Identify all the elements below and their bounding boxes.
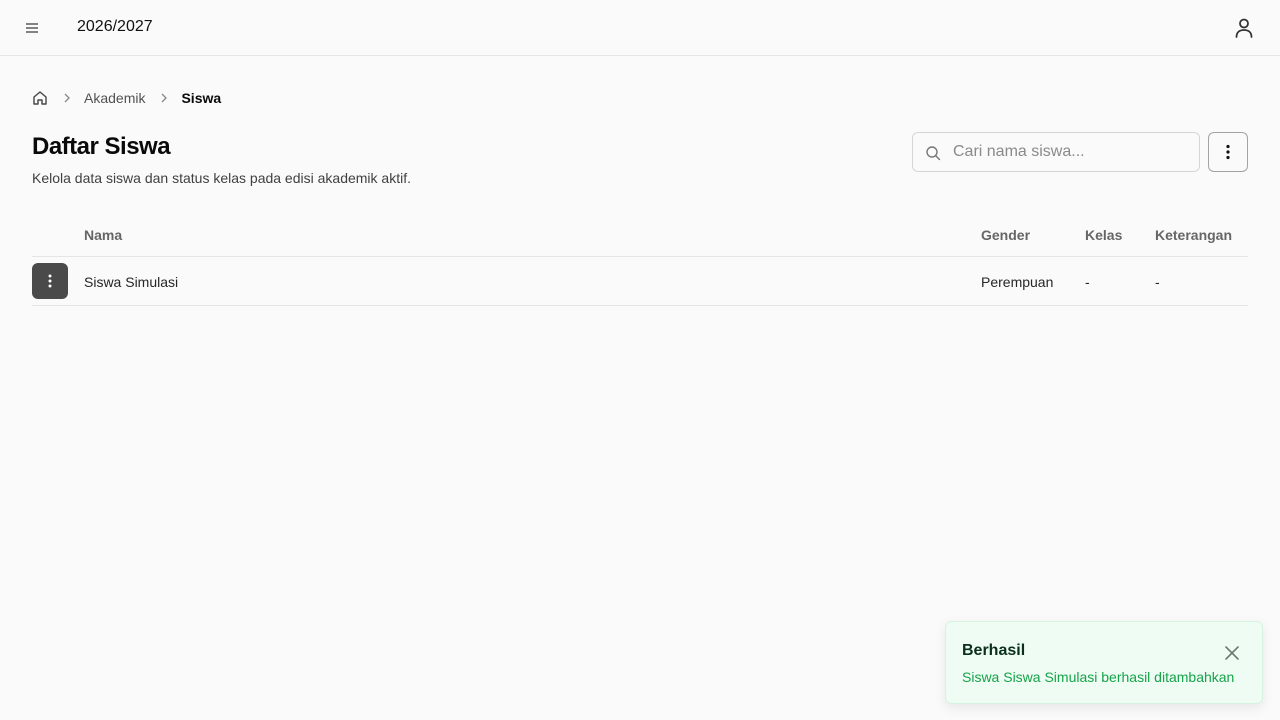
more-vertical-icon <box>1226 144 1230 160</box>
breadcrumb: Akademik Siswa <box>32 88 221 108</box>
home-icon <box>33 91 47 105</box>
chevron-right-icon <box>60 91 74 105</box>
breadcrumb-current: Siswa <box>181 90 222 106</box>
top-bar: 2026/2027 <box>0 0 1280 56</box>
more-vertical-icon <box>48 274 52 288</box>
cell-kelas: - <box>1085 274 1090 290</box>
user-icon <box>1235 18 1253 38</box>
toast-message: Siswa Siswa Simulasi berhasil ditambahka… <box>962 669 1235 685</box>
column-header-keterangan[interactable]: Keterangan <box>1155 227 1232 243</box>
cell-nama: Siswa Simulasi <box>84 274 179 290</box>
table-header: Nama Gender Kelas Keterangan <box>32 212 1248 257</box>
cell-keterangan: - <box>1155 274 1160 290</box>
academic-year-label[interactable]: 2026/2027 <box>77 18 153 36</box>
column-header-kelas[interactable]: Kelas <box>1085 227 1122 243</box>
user-menu-button[interactable] <box>1232 16 1256 40</box>
column-header-nama[interactable]: Nama <box>84 227 122 243</box>
hamburger-icon <box>26 23 38 33</box>
toast-close-button[interactable] <box>1222 643 1242 663</box>
column-header-gender[interactable]: Gender <box>981 227 1030 243</box>
more-options-button[interactable] <box>1208 132 1248 172</box>
success-toast: Berhasil Siswa Siswa Simulasi berhasil d… <box>945 621 1263 704</box>
chevron-right-icon <box>157 91 171 105</box>
students-table: Nama Gender Kelas Keterangan Siswa Simul… <box>32 212 1248 306</box>
page-subtitle: Kelola data siswa dan status kelas pada … <box>32 170 411 186</box>
search-box <box>912 132 1200 172</box>
close-icon <box>1225 646 1239 660</box>
search-icon <box>925 145 941 161</box>
breadcrumb-home[interactable] <box>32 90 48 106</box>
menu-button[interactable] <box>20 16 44 40</box>
search-input[interactable] <box>953 133 1193 171</box>
page-title: Daftar Siswa <box>32 133 171 160</box>
row-actions-button[interactable] <box>32 263 68 299</box>
table-row[interactable]: Siswa Simulasi Perempuan - - <box>32 257 1248 306</box>
toast-title: Berhasil <box>962 642 1026 659</box>
breadcrumb-akademik[interactable]: Akademik <box>84 90 145 106</box>
cell-gender: Perempuan <box>981 274 1054 290</box>
